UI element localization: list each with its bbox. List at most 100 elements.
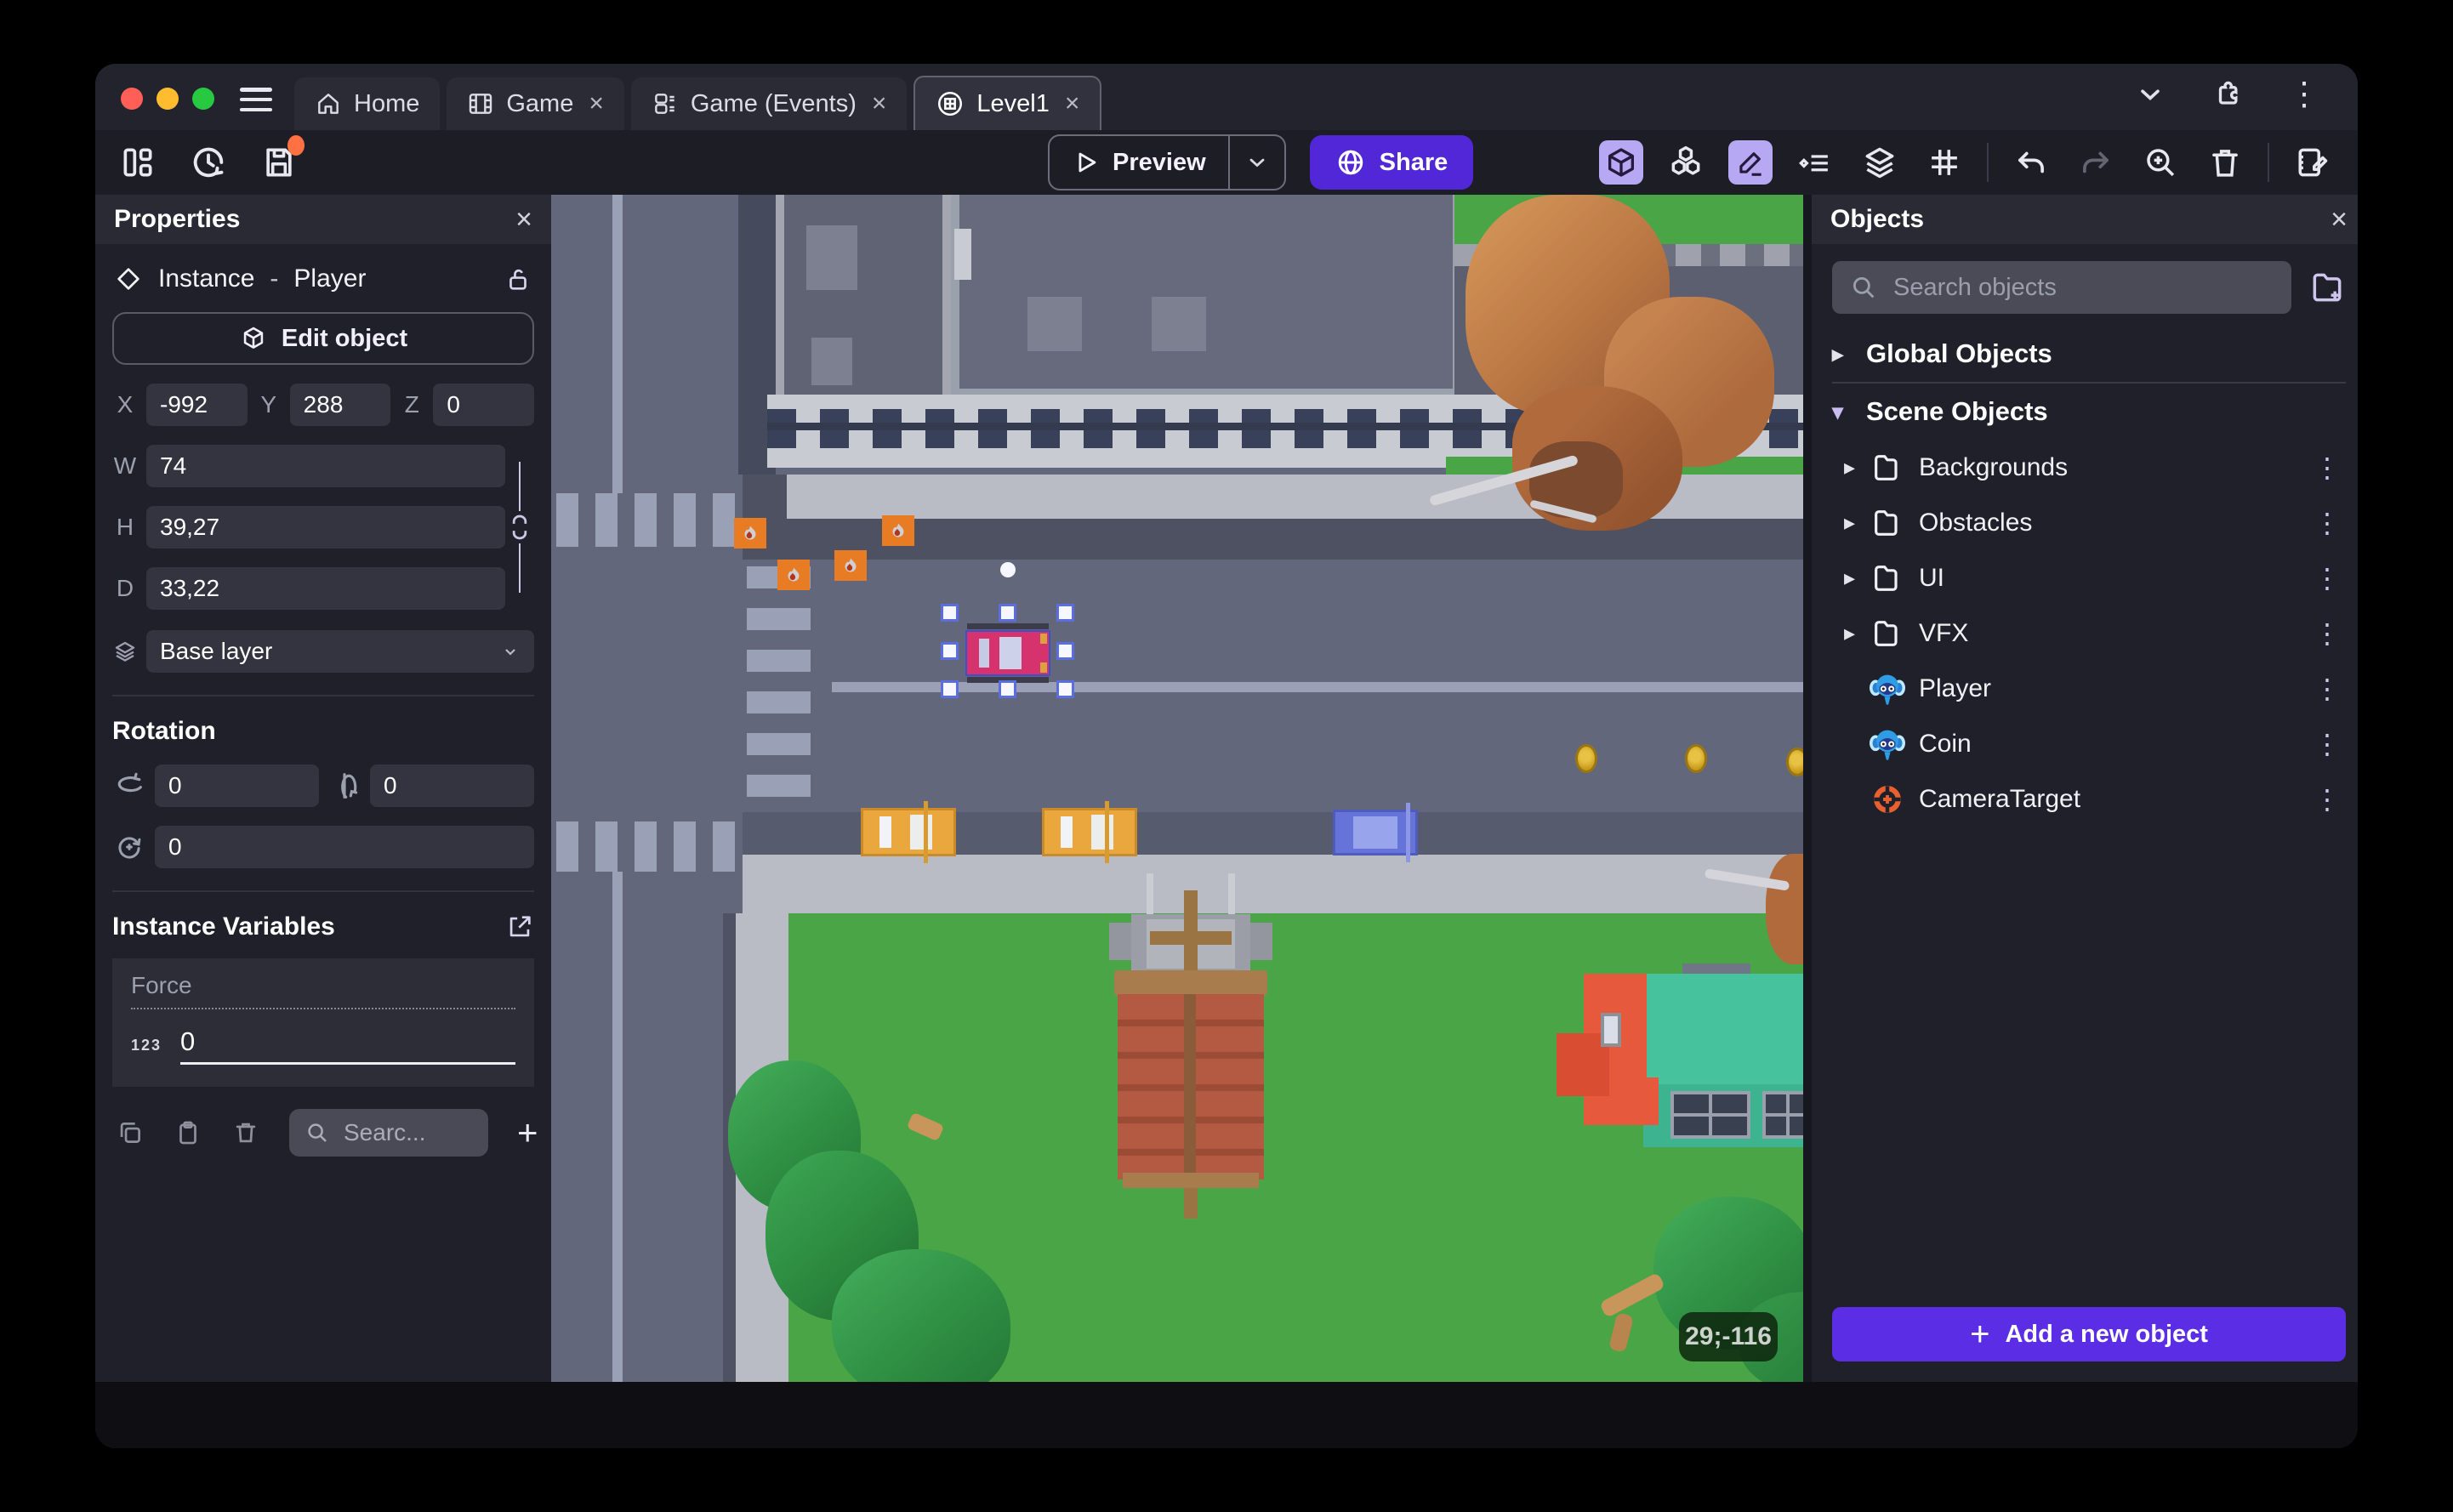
instances-list-button[interactable]	[1793, 140, 1837, 185]
scene-canvas[interactable]: 29;-116	[551, 195, 1803, 1382]
rotation-x-field[interactable]	[155, 765, 319, 807]
extensions-puzzle-icon[interactable]	[2210, 77, 2244, 111]
selection-handle[interactable]	[1056, 680, 1074, 698]
objects-cubes-button[interactable]	[1664, 140, 1708, 185]
link-dimensions-icon[interactable]	[509, 514, 530, 540]
edit-object-button[interactable]: Edit object	[112, 312, 534, 365]
unlock-icon[interactable]	[504, 264, 532, 293]
selection-handle[interactable]	[999, 604, 1016, 622]
kebab-menu-icon[interactable]: ⋮	[2314, 783, 2346, 816]
group-global-objects[interactable]: ▸ Global Objects	[1832, 326, 2346, 382]
tab-level1[interactable]: Level1 ×	[913, 76, 1102, 130]
close-tab-icon[interactable]: ×	[589, 89, 604, 118]
scene-tower-trim	[1123, 1173, 1259, 1188]
rotation-y-field[interactable]	[370, 765, 534, 807]
rotation-z-field[interactable]	[155, 826, 534, 868]
selection-handle[interactable]	[999, 680, 1016, 698]
save-icon[interactable]	[260, 135, 304, 181]
add-folder-icon[interactable]	[2308, 269, 2346, 306]
object-row-coin[interactable]: Coin ⋮	[1832, 716, 2346, 771]
variable-value-field[interactable]: 0	[180, 1026, 515, 1065]
scene-taxi-car[interactable]	[861, 801, 956, 863]
zoom-in-button[interactable]	[2138, 140, 2183, 185]
layer-select[interactable]: Base layer	[146, 630, 534, 673]
kebab-menu-icon[interactable]: ⋮	[2314, 673, 2346, 705]
selection-handle[interactable]	[1056, 604, 1074, 622]
history-icon[interactable]	[189, 143, 228, 182]
close-properties-icon[interactable]: ×	[515, 203, 532, 236]
objects-search-input[interactable]	[1892, 272, 2274, 303]
panels-layout-icon[interactable]	[119, 144, 157, 181]
height-field[interactable]	[146, 506, 505, 549]
group-scene-objects[interactable]: ▾ Scene Objects	[1832, 384, 2346, 440]
maximize-window-button[interactable]	[192, 88, 214, 110]
scene-taxi-car[interactable]	[1042, 801, 1137, 863]
copy-icon[interactable]	[116, 1118, 145, 1147]
scene-obstacle-crate[interactable]	[834, 550, 867, 581]
paste-icon[interactable]	[174, 1118, 202, 1147]
tab-game[interactable]: Game ×	[447, 77, 624, 130]
object-row-player[interactable]: Player ⋮	[1832, 661, 2346, 716]
kebab-menu-icon[interactable]: ⋮	[2314, 617, 2346, 650]
tab-home[interactable]: Home	[294, 77, 441, 130]
share-button[interactable]: Share	[1309, 135, 1474, 190]
kebab-menu-icon[interactable]: ⋮	[2314, 507, 2346, 539]
selection-handle[interactable]	[941, 680, 959, 698]
preview-dropdown[interactable]	[1227, 136, 1284, 189]
scene-coin[interactable]	[1786, 747, 1803, 776]
scene-coin[interactable]	[1575, 744, 1597, 773]
open-variables-external-icon[interactable]	[505, 912, 534, 941]
scene-player-car-selected[interactable]	[965, 630, 1050, 676]
scene-building-roof	[776, 195, 951, 409]
close-objects-icon[interactable]: ×	[2331, 203, 2348, 236]
depth-field[interactable]	[146, 567, 505, 610]
folder-row-backgrounds[interactable]: ▸ Backgrounds ⋮	[1832, 440, 2346, 495]
scene-icon	[936, 89, 965, 118]
toggle-3d-view-button[interactable]	[1599, 140, 1643, 185]
chevron-down-icon[interactable]	[2135, 79, 2166, 110]
kebab-menu-icon[interactable]: ⋮	[2314, 562, 2346, 594]
scene-blue-car[interactable]	[1333, 803, 1418, 862]
folder-row-ui[interactable]: ▸ UI ⋮	[1832, 550, 2346, 605]
objects-search[interactable]	[1832, 261, 2291, 314]
undo-button[interactable]	[2009, 140, 2053, 185]
folder-row-vfx[interactable]: ▸ VFX ⋮	[1832, 605, 2346, 661]
plus-icon: +	[1970, 1315, 1990, 1353]
folder-row-obstacles[interactable]: ▸ Obstacles ⋮	[1832, 495, 2346, 550]
close-window-button[interactable]	[121, 88, 143, 110]
selection-handle[interactable]	[941, 604, 959, 622]
kebab-menu-icon[interactable]: ⋮	[2314, 452, 2346, 484]
scene-coin[interactable]	[1685, 744, 1707, 773]
variables-search-input[interactable]	[342, 1118, 473, 1147]
selection-handle[interactable]	[1056, 642, 1074, 660]
delete-trash-button[interactable]	[2203, 140, 2247, 185]
x-field[interactable]	[146, 384, 248, 426]
kebab-menu-icon[interactable]: ⋮	[2314, 728, 2346, 760]
scene-obstacle-crate[interactable]	[734, 518, 766, 549]
tab-game-events[interactable]: Game (Events) ×	[630, 77, 908, 130]
edit-mode-pencil-button[interactable]	[1728, 140, 1773, 185]
z-field[interactable]	[433, 384, 535, 426]
menu-hamburger-icon[interactable]	[240, 88, 272, 111]
grid-button[interactable]	[1922, 140, 1966, 185]
redo-button[interactable]	[2074, 140, 2118, 185]
scene-obstacle-crate[interactable]	[882, 515, 914, 546]
width-field[interactable]	[146, 445, 505, 487]
minimize-window-button[interactable]	[157, 88, 179, 110]
scene-obstacle-crate[interactable]	[777, 560, 810, 590]
delete-variable-icon[interactable]	[231, 1118, 260, 1147]
variables-search[interactable]	[289, 1109, 488, 1157]
y-field[interactable]	[289, 384, 391, 426]
variable-name[interactable]: Force	[131, 972, 515, 1009]
layers-button[interactable]	[1858, 140, 1902, 185]
close-tab-icon[interactable]: ×	[872, 89, 887, 118]
add-new-object-button[interactable]: + Add a new object	[1832, 1307, 2346, 1361]
close-tab-icon[interactable]: ×	[1065, 89, 1080, 118]
preview-button[interactable]: Preview	[1048, 134, 1286, 190]
scene-properties-notes-button[interactable]	[2290, 140, 2334, 185]
selection-rotate-handle[interactable]	[1000, 562, 1016, 577]
add-variable-button[interactable]: +	[517, 1112, 538, 1153]
selection-handle[interactable]	[941, 642, 959, 660]
object-row-cameratarget[interactable]: CameraTarget ⋮	[1832, 771, 2346, 827]
kebab-menu-icon[interactable]: ⋮	[2288, 75, 2320, 113]
